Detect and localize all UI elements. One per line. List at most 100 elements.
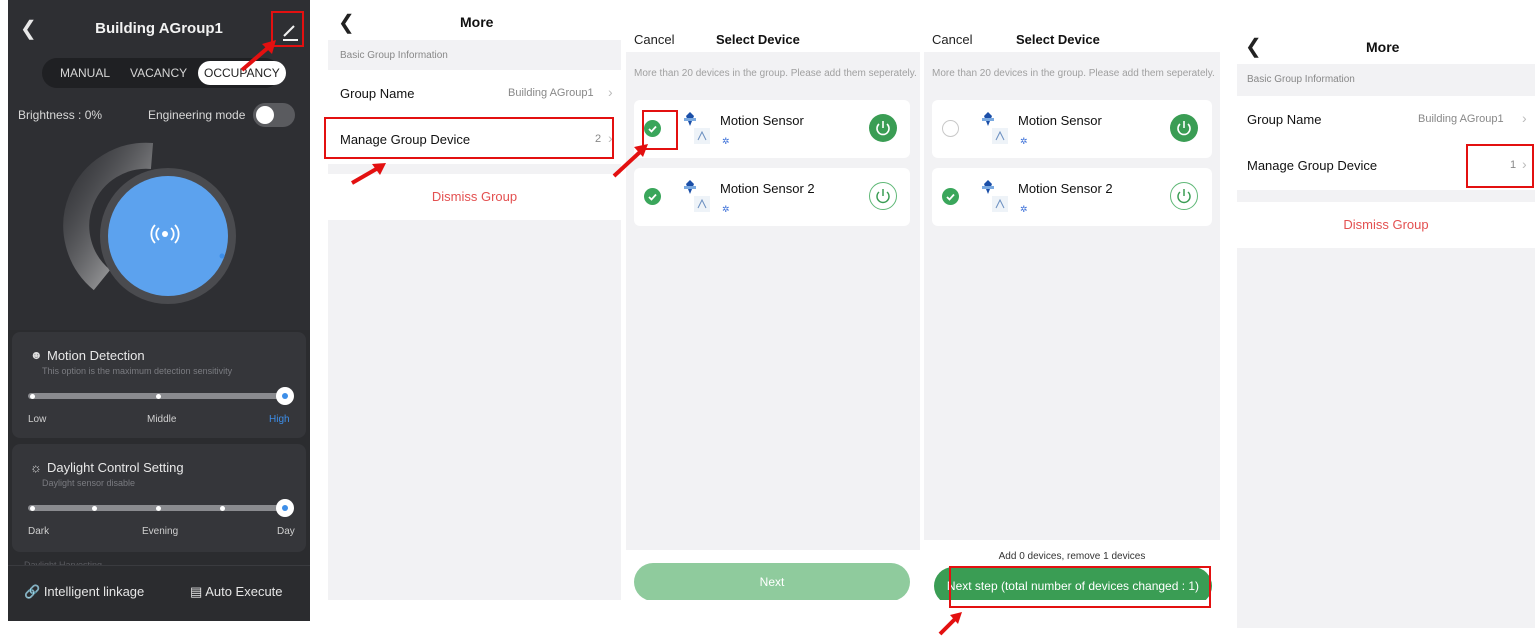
slider-label-day: Day	[277, 526, 295, 537]
group-name-row[interactable]: Group Name Building AGroup1 ›	[328, 70, 621, 118]
slider-stop	[30, 393, 35, 399]
slider-label-high: High	[269, 414, 290, 425]
highlight-box-next-step	[949, 566, 1211, 608]
daylight-control-card: ☼ Daylight Control Setting Daylight sens…	[12, 444, 306, 552]
device-limit-note: More than 20 devices in the group. Pleas…	[634, 68, 917, 79]
manage-group-device-label: Manage Group Device	[1247, 158, 1378, 173]
slider-label-dark: Dark	[28, 526, 50, 537]
slider-stop	[92, 505, 97, 511]
power-off-icon[interactable]	[1170, 182, 1198, 210]
highlight-box-device-count	[1466, 144, 1534, 188]
brightness-label: Brightness : 0%	[18, 108, 103, 122]
panel-group-control: ❮ Building AGroup1 MANUAL VACANCY OCCUPA…	[0, 0, 310, 636]
motion-sensor-icon	[982, 112, 1008, 144]
check-icon	[946, 193, 955, 201]
page-title: More	[1366, 39, 1400, 55]
power-on-icon[interactable]	[1170, 114, 1198, 142]
panel-more-updated: ❮ More Basic Group Information Group Nam…	[1237, 0, 1535, 628]
group-name-value: Building AGroup1	[508, 87, 594, 99]
daylight-slider[interactable]	[28, 499, 294, 517]
device-name: Motion Sensor	[720, 113, 804, 128]
engineering-mode-label: Engineering mode	[148, 108, 246, 122]
arrow-icon	[938, 612, 962, 636]
group-name-label: Group Name	[1247, 112, 1322, 127]
motion-title: Motion Detection	[47, 348, 145, 363]
power-icon	[1177, 189, 1191, 204]
device-item[interactable]: Motion Sensor ✲	[932, 100, 1212, 158]
slider-stop	[30, 505, 35, 511]
power-on-icon[interactable]	[869, 114, 897, 142]
device-item[interactable]: Motion Sensor 2 ✲	[932, 168, 1212, 226]
sensor-wave-icon	[150, 224, 180, 244]
page-title: Select Device	[716, 32, 800, 47]
next-button[interactable]: Next	[634, 563, 910, 600]
dismiss-group-button[interactable]: Dismiss Group	[1237, 202, 1535, 248]
group-name-label: Group Name	[340, 86, 415, 101]
motion-sensor-icon	[684, 112, 710, 144]
power-icon	[876, 121, 890, 136]
group-name-value: Building AGroup1	[1418, 113, 1504, 125]
cancel-button[interactable]: Cancel	[634, 32, 674, 47]
slider-stop	[156, 505, 161, 511]
bluetooth-icon: ✲	[722, 136, 730, 146]
bluetooth-icon: ✲	[1020, 136, 1028, 146]
checkbox-checked[interactable]	[644, 188, 661, 205]
power-off-icon[interactable]	[869, 182, 897, 210]
slider-label-evening: Evening	[142, 526, 179, 537]
group-name-row[interactable]: Group Name Building AGroup1 ›	[1237, 96, 1535, 144]
mode-vacancy[interactable]: VACANCY	[130, 58, 187, 88]
motion-sensor-icon	[982, 180, 1008, 212]
device-limit-note: More than 20 devices in the group. Pleas…	[932, 68, 1215, 79]
checkbox-checked[interactable]	[942, 188, 959, 205]
cancel-button[interactable]: Cancel	[932, 32, 972, 47]
page-title: Building AGroup1	[95, 20, 223, 37]
power-icon	[1177, 121, 1191, 136]
change-summary: Add 0 devices, remove 1 devices	[998, 551, 1146, 562]
toggle-knob	[256, 106, 274, 124]
device-name: Motion Sensor 2	[1018, 181, 1113, 196]
motion-slider[interactable]	[28, 387, 294, 405]
section-header: Basic Group Information	[1247, 74, 1355, 85]
checkbox-unchecked[interactable]	[942, 120, 959, 137]
engineering-mode-toggle[interactable]	[253, 103, 295, 127]
dark-screen: ❮ Building AGroup1 MANUAL VACANCY OCCUPA…	[8, 0, 310, 621]
power-icon	[876, 189, 890, 204]
motion-detection-card: ☻ Motion Detection This option is the ma…	[12, 332, 306, 438]
auto-execute-label: Auto Execute	[205, 584, 283, 599]
arrow-icon	[351, 163, 386, 185]
auto-execute-button[interactable]: ▤ Auto Execute	[190, 584, 283, 600]
chevron-right-icon: ›	[608, 84, 613, 100]
intelligent-linkage-label: Intelligent linkage	[43, 584, 145, 599]
back-icon[interactable]: ❮	[1245, 34, 1262, 59]
highlight-box-manage-device	[324, 117, 614, 159]
slider-stop	[156, 393, 161, 399]
back-icon[interactable]: ❮	[338, 10, 355, 35]
daylight-subtitle: Daylight sensor disable	[42, 478, 136, 488]
daylight-title: Daylight Control Setting	[47, 460, 184, 475]
panel-select-device-1: Cancel Select Device More than 20 device…	[626, 0, 920, 600]
slider-knob[interactable]	[276, 499, 294, 517]
bluetooth-icon: ✲	[1020, 204, 1028, 214]
motion-icon: ☻	[30, 348, 43, 362]
page-title: More	[460, 14, 494, 30]
motion-subtitle: This option is the maximum detection sen…	[42, 366, 233, 376]
page-title: Select Device	[1016, 32, 1100, 47]
sun-icon: ☼	[30, 460, 42, 475]
mode-manual[interactable]: MANUAL	[60, 58, 110, 88]
section-header: Basic Group Information	[340, 50, 448, 61]
panel-select-device-2: Cancel Select Device More than 20 device…	[924, 0, 1220, 600]
bluetooth-icon: ✲	[722, 204, 730, 214]
device-name: Motion Sensor	[1018, 113, 1102, 128]
slider-label-middle: Middle	[147, 414, 177, 425]
panel-more: ❮ More Basic Group Information Group Nam…	[328, 0, 621, 600]
device-item[interactable]: Motion Sensor 2 ✲	[634, 168, 910, 226]
check-icon	[648, 193, 657, 201]
device-name: Motion Sensor 2	[720, 181, 815, 196]
chevron-right-icon: ›	[1522, 110, 1527, 126]
slider-stop	[220, 505, 225, 511]
intelligent-linkage-button[interactable]: 🔗 Intelligent linkage	[24, 584, 144, 600]
motion-sensor-icon	[684, 180, 710, 212]
slider-knob[interactable]	[276, 387, 294, 405]
slider-label-low: Low	[28, 414, 47, 425]
arrow-icon	[612, 144, 648, 178]
